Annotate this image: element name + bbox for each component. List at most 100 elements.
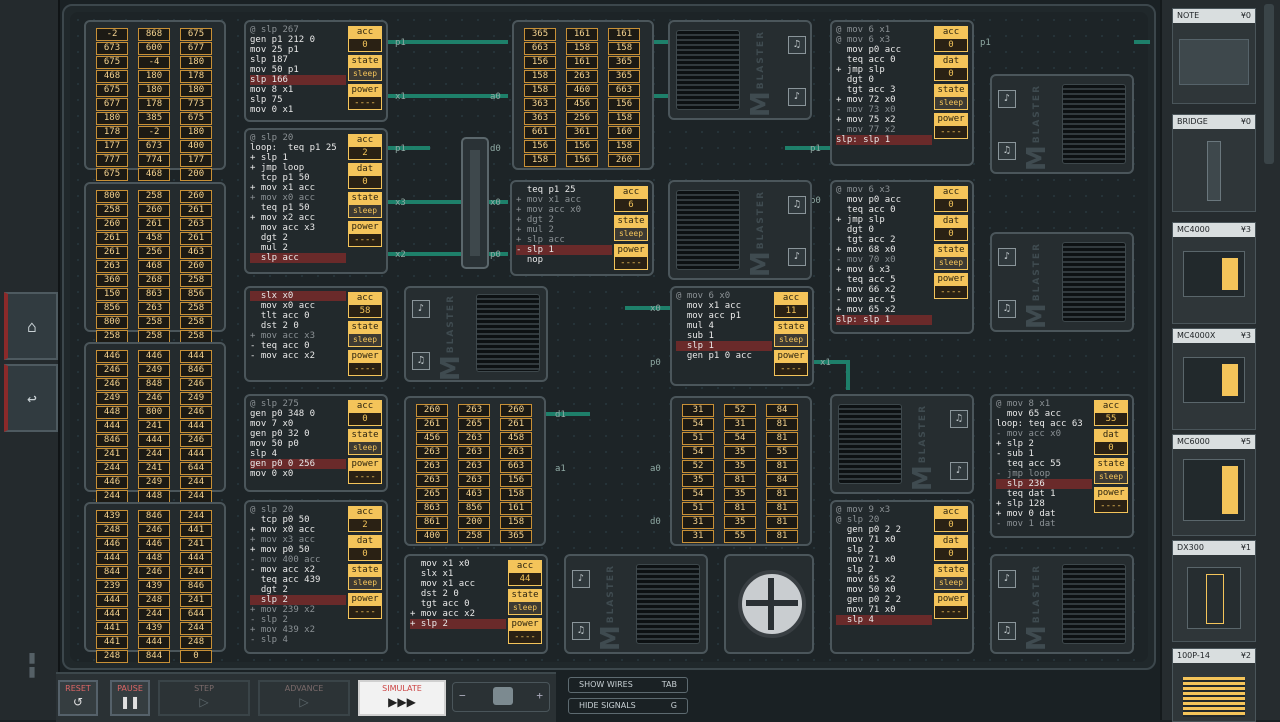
mc-chip[interactable]: @ mov 6 x3 mov p0 acc teq acc 0 + jmp slp…: [830, 180, 974, 334]
hide-signals-toggle[interactable]: HIDE SIGNALS G: [568, 698, 688, 714]
fm-blaster[interactable]: ♪ ♫ FMBLASTER: [990, 74, 1134, 174]
code-line: + dgt 2: [516, 215, 554, 225]
ram-module[interactable]: -2 673 675 468 675 677 180 178 177 777 675 868 600 -4…: [84, 20, 226, 181]
ram-module[interactable]: 365 663 156 158 158 363 363 661 156 158 161 158 161 2…: [512, 20, 654, 170]
knob[interactable]: [738, 570, 806, 638]
part-name: NOTE: [1177, 11, 1200, 20]
slider-handle[interactable]: [493, 687, 513, 705]
state-value: sleep: [348, 204, 382, 218]
speed-slider[interactable]: − +: [452, 682, 550, 712]
mc-chip[interactable]: mov x1 x0 slx x1 mov x1 acc dst 2 0 tgt …: [404, 554, 548, 654]
code-editor[interactable]: @ mov 6 x1 @ mov 6 x3 mov p0 acc teq acc …: [836, 25, 932, 145]
fm-blaster[interactable]: FMBLASTER ♫ ♪: [668, 180, 812, 280]
ram-cell: 52: [724, 404, 756, 417]
ram-column: 846 246 446 448 246 439 248 244 439 444 844: [138, 510, 170, 664]
dat-value: 0: [1094, 441, 1128, 455]
part-100p14[interactable]: 100P-14 ¥2: [1172, 648, 1256, 722]
mc-chip[interactable]: slx x0 mov x0 acc tlt acc 0 dst 2 0 + mov…: [244, 286, 388, 382]
fm-blaster[interactable]: ♪ ♫ FMBLASTER: [990, 232, 1134, 332]
ram-cell: 35: [724, 488, 756, 501]
code-line: dgt 2: [250, 233, 288, 243]
ram-cell: 844: [96, 566, 128, 579]
ram-cell: 258: [180, 316, 212, 329]
fm-blaster[interactable]: ♪ ♫ FMBLASTER: [990, 554, 1134, 654]
simulate-button[interactable]: SIMULATE ▶▶▶: [358, 680, 446, 716]
ram-cell: 800: [138, 406, 170, 419]
ram-cell: 54: [682, 418, 714, 431]
acc-value: 55: [1094, 412, 1128, 426]
code-line: mov 50 x0: [836, 585, 896, 595]
code-editor[interactable]: @ slp 20 tcp p0 50 + mov x0 acc + mov x3 a…: [250, 505, 346, 645]
ram-module[interactable]: 446 246 246 249 448 444 846 241 244 446 244 446 249 8…: [84, 342, 226, 503]
code-line: @ slp 20: [836, 515, 880, 525]
part-mc4000x[interactable]: MC4000X ¥3: [1172, 328, 1256, 430]
reset-button[interactable]: RESET ↺: [58, 680, 98, 716]
mc-chip[interactable]: @ slp 20 loop: teq p1 25 + slp 1 + jmp loop…: [244, 128, 388, 274]
ram-module[interactable]: 800 258 260 261 261 263 360 150 856 800 258 258 260 2…: [84, 182, 226, 343]
code-line: slp: slp 1: [836, 315, 932, 325]
code-editor[interactable]: @ mov 6 x3 mov p0 acc teq acc 0 + jmp slp…: [836, 185, 932, 325]
code-line: mov 50 p1: [250, 65, 299, 75]
code-editor[interactable]: mov x1 x0 slx x1 mov x1 acc dst 2 0 tgt …: [410, 559, 506, 629]
ram-cell: 446: [96, 476, 128, 489]
fm-blaster[interactable]: FMBLASTER ♫ ♪: [830, 394, 974, 494]
port-label: x2: [395, 250, 406, 260]
ram-cell: 158: [524, 84, 556, 97]
slower-button[interactable]: −: [459, 689, 466, 702]
part-bridge[interactable]: BRIDGE ¥0: [1172, 114, 1256, 212]
mc-chip[interactable]: @ slp 275 gen p0 348 0 mov 7 x0 gen p0 32 0…: [244, 394, 388, 492]
part-dx300[interactable]: DX300 ¥1: [1172, 540, 1256, 642]
code-editor[interactable]: @ mov 6 x0 mov x1 acc mov acc p1 mul 4 s…: [676, 291, 772, 361]
part-mc6000[interactable]: MC6000 ¥5: [1172, 434, 1256, 536]
ram-column: 260 261 263 261 463 260 258 856 258 258 258: [180, 190, 212, 344]
mc-chip[interactable]: @ mov 6 x0 mov x1 acc mov acc p1 mul 4 s…: [670, 286, 814, 386]
code-line: mov 65 acc: [996, 409, 1062, 419]
code-editor[interactable]: @ slp 267 gen p1 212 0 mov 25 p1 slp 187 mov…: [250, 25, 346, 115]
code-line: + mul 2: [516, 225, 554, 235]
ram-cell: 675: [180, 28, 212, 41]
fm-blaster[interactable]: FMBLASTER ♫ ♪: [668, 20, 812, 120]
mc-chip[interactable]: @ mov 8 x1 mov 65 acc loop: teq acc 63- m…: [990, 394, 1134, 538]
code-editor[interactable]: @ mov 9 x3 @ slp 20 gen p0 2 2 mov 71 x0 …: [836, 505, 932, 625]
register-panel: acc 2 dat 0 state sleep power ----: [348, 506, 382, 622]
ram-cell: 444: [180, 448, 212, 461]
code-editor[interactable]: @ mov 8 x1 mov 65 acc loop: teq acc 63- m…: [996, 399, 1092, 529]
mc-chip[interactable]: @ mov 6 x1 @ mov 6 x3 mov p0 acc teq acc …: [830, 20, 974, 166]
register-panel: acc 0 state sleep power ----: [348, 400, 382, 487]
speaker-grill: [636, 564, 700, 644]
ram-cell: 31: [724, 418, 756, 431]
bridge-knob-module[interactable]: [724, 554, 814, 654]
state-value: sleep: [508, 601, 542, 615]
code-editor[interactable]: @ slp 275 gen p0 348 0 mov 7 x0 gen p0 32 0…: [250, 399, 346, 479]
ram-column: 444 846 246 249 246 444 246 444 644 244 244: [180, 350, 212, 504]
ram-cell: 84: [766, 474, 798, 487]
code-line: mov 71 x0: [836, 535, 896, 545]
code-line: teq acc 439: [250, 575, 321, 585]
part-note[interactable]: NOTE ¥0: [1172, 8, 1256, 104]
parts-scrollbar[interactable]: [1264, 4, 1274, 164]
mc-chip[interactable]: @ slp 267 gen p1 212 0 mov 25 p1 slp 187 mov…: [244, 20, 388, 122]
code-editor[interactable]: teq p1 25 + mov x1 acc + mov acc x0 + dgt 2…: [516, 185, 612, 265]
note-icon: ♫: [572, 622, 590, 640]
ram-module[interactable]: 260 261 456 263 263 263 265 863 861 400 263 265 263 2…: [404, 396, 546, 546]
part-mc4000[interactable]: MC4000 ¥3: [1172, 222, 1256, 324]
code-editor[interactable]: slx x0 mov x0 acc tlt acc 0 dst 2 0 + mov…: [250, 291, 346, 361]
code-editor[interactable]: @ slp 20 loop: teq p1 25 + slp 1 + jmp loop…: [250, 133, 346, 263]
ram-cell: 444: [96, 608, 128, 621]
step-button[interactable]: STEP ▷: [158, 680, 250, 716]
fm-blaster[interactable]: ♪ ♫ FMBLASTER: [564, 554, 708, 654]
mc-chip[interactable]: @ mov 9 x3 @ slp 20 gen p0 2 2 mov 71 x0 …: [830, 500, 974, 654]
part-name: MC6000: [1177, 437, 1210, 446]
mc-chip[interactable]: teq p1 25 + mov x1 acc + mov acc x0 + dgt 2…: [510, 180, 654, 276]
state-value: sleep: [1094, 470, 1128, 484]
ram-module[interactable]: 31 54 51 54 52 35 54 51 31 31 52 31 54 35 35 81 35 81 35 55…: [670, 396, 812, 546]
ram-cell: 54: [682, 446, 714, 459]
pause-button[interactable]: PAUSE ❚❚: [110, 680, 150, 716]
reset-label: RESET: [65, 684, 91, 693]
ram-module[interactable]: 439 248 446 444 844 239 444 444 441 441 248 846 246 4…: [84, 502, 226, 663]
fm-blaster[interactable]: ♪ ♫ FMBLASTER: [404, 286, 548, 382]
show-wires-toggle[interactable]: SHOW WIRES TAB: [568, 677, 688, 693]
faster-button[interactable]: +: [536, 689, 543, 702]
advance-button[interactable]: ADVANCE ▷: [258, 680, 350, 716]
mc-chip[interactable]: @ slp 20 tcp p0 50 + mov x0 acc + mov x3 a…: [244, 500, 388, 654]
